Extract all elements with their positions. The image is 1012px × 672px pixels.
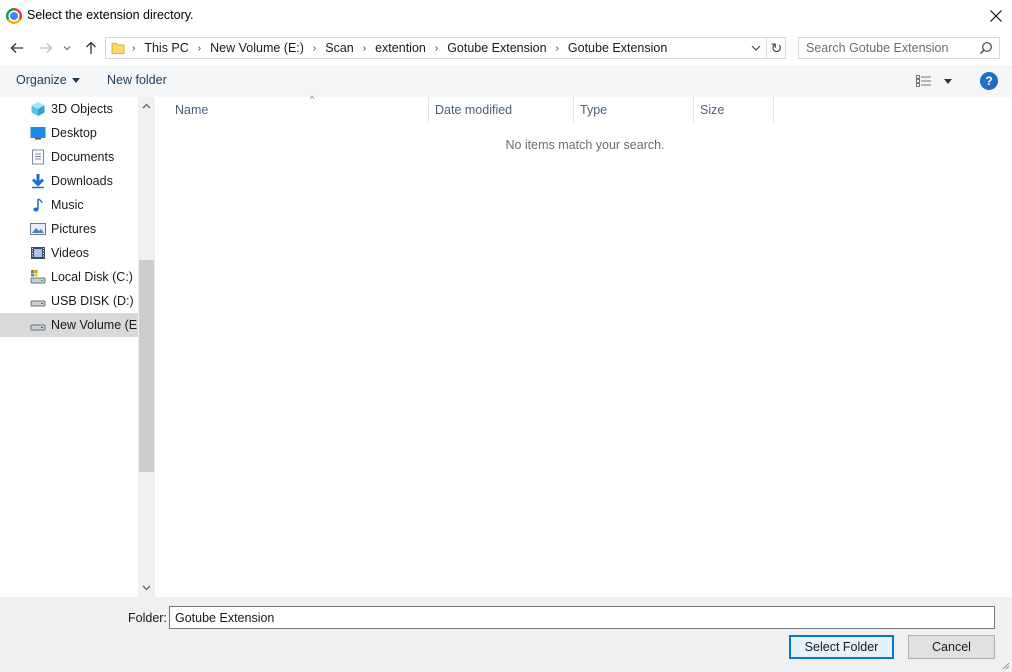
breadcrumb-extention[interactable]: extention [375,41,426,55]
back-button[interactable] [7,38,27,58]
sidebar-item-label: Downloads [51,174,113,188]
usb-drive-icon [30,300,46,307]
arrow-up-icon [86,41,96,54]
change-view-button[interactable] [916,73,956,89]
breadcrumb-scan[interactable]: Scan [325,41,354,55]
breadcrumb-new-volume[interactable]: New Volume (E:) [210,41,304,55]
window-title: Select the extension directory. [27,8,194,22]
close-icon [990,10,1002,22]
file-list[interactable]: Name ^ Date modified Type Size No items … [155,94,1012,597]
chevron-down-icon [751,45,761,51]
navigation-pane: 3D Objects Desktop Documents Downloads M… [0,97,155,597]
empty-state-message: No items match your search. [505,138,665,152]
column-header-type[interactable]: Type [574,97,694,123]
caret-down-icon [944,78,952,84]
refresh-icon: ↻ [770,39,783,56]
downloads-icon [31,174,45,189]
3d-objects-icon [31,102,45,116]
documents-icon [32,149,44,165]
navigation-scrollbar[interactable] [138,97,155,597]
organize-menu[interactable]: Organize [16,73,80,87]
sidebar-item-label: Videos [51,246,89,260]
breadcrumb-this-pc[interactable]: This PC [144,41,188,55]
scroll-up-button[interactable] [138,97,155,115]
sidebar-item-label: Desktop [51,126,97,140]
sidebar-item-label: Local Disk (C:) [51,270,133,284]
sidebar-item-desktop[interactable]: Desktop [0,121,138,145]
help-button[interactable]: ? [980,72,998,90]
search-input[interactable] [806,40,976,56]
drive-icon [30,324,46,331]
search-box[interactable] [798,37,1000,59]
breadcrumb-separator: › [132,42,136,54]
desktop-icon [30,127,46,140]
sidebar-item-videos[interactable]: Videos [0,241,138,265]
column-header-size[interactable]: Size [694,97,774,123]
column-header-name[interactable]: Name ^ [169,94,429,123]
scroll-down-button[interactable] [138,579,155,597]
recent-locations-button[interactable] [60,38,74,58]
sidebar-item-music[interactable]: Music [0,193,138,217]
sidebar-item-documents[interactable]: Documents [0,145,138,169]
organize-label: Organize [16,73,67,87]
sidebar-item-label: Music [51,198,84,212]
breadcrumb-separator[interactable]: › [556,43,559,54]
breadcrumb-separator[interactable]: › [198,43,201,54]
breadcrumb-separator[interactable]: › [435,43,438,54]
new-folder-button[interactable]: New folder [107,73,167,87]
sidebar-item-label: New Volume (E:) [51,318,145,332]
local-disk-icon [30,270,46,284]
breadcrumb-gotube-extension-current[interactable]: Gotube Extension [568,41,667,55]
address-bar[interactable]: › This PC › New Volume (E:) › Scan › ext… [105,37,786,59]
breadcrumb: › This PC › New Volume (E:) › Scan › ext… [130,38,667,58]
chevron-down-icon [142,585,151,591]
chevron-down-icon [63,46,71,51]
sidebar-item-downloads[interactable]: Downloads [0,169,138,193]
arrow-right-icon [40,43,53,53]
sidebar-item-label: Documents [51,150,115,164]
scrollbar-thumb[interactable] [139,260,154,472]
column-header-label: Name [175,103,209,117]
arrow-left-icon [10,43,23,53]
column-header-label: Size [700,103,725,117]
sidebar-item-label: 3D Objects [51,102,113,116]
pictures-icon [30,223,46,235]
sidebar-item-local-disk-c[interactable]: Local Disk (C:) [0,265,138,289]
resize-grip-icon[interactable] [1000,660,1010,670]
cancel-button[interactable]: Cancel [908,635,995,659]
sidebar-item-3d-objects[interactable]: 3D Objects [0,97,138,121]
sort-ascending-icon: ^ [310,94,315,104]
sidebar-item-new-volume-e[interactable]: New Volume (E:) [0,313,145,337]
folder-name-input[interactable] [169,606,995,629]
column-header-label: Date modified [435,103,513,117]
column-header-label: Type [580,103,608,117]
music-icon [33,198,43,212]
sidebar-item-label: Pictures [51,222,97,236]
sidebar-item-label: USB DISK (D:) [51,294,134,308]
refresh-button[interactable]: ↻ [766,38,786,58]
command-bar: Organize New folder [0,65,1012,97]
chrome-app-icon [6,8,22,24]
close-button[interactable] [980,0,1012,32]
breadcrumb-gotube-extension[interactable]: Gotube Extension [447,41,546,55]
sidebar-item-pictures[interactable]: Pictures [0,217,138,241]
title-bar: Select the extension directory. [0,0,1012,32]
folder-label: Folder: [128,611,167,625]
search-icon[interactable] [979,41,993,55]
dialog-footer: Folder: Select Folder Cancel [0,597,1012,672]
forward-button[interactable] [36,38,56,58]
sidebar-item-usb-disk-d[interactable]: USB DISK (D:) [0,289,138,313]
select-folder-button[interactable]: Select Folder [789,635,894,659]
videos-icon [31,247,45,259]
help-icon: ? [985,74,993,88]
breadcrumb-separator[interactable]: › [313,43,316,54]
details-view-icon [916,75,931,87]
column-header-date-modified[interactable]: Date modified [429,97,574,123]
breadcrumb-separator[interactable]: › [363,43,366,54]
address-history-button[interactable] [747,38,765,58]
folder-icon [111,43,125,54]
up-button[interactable] [81,38,101,58]
chevron-up-icon [142,103,151,109]
caret-down-icon [71,78,80,84]
